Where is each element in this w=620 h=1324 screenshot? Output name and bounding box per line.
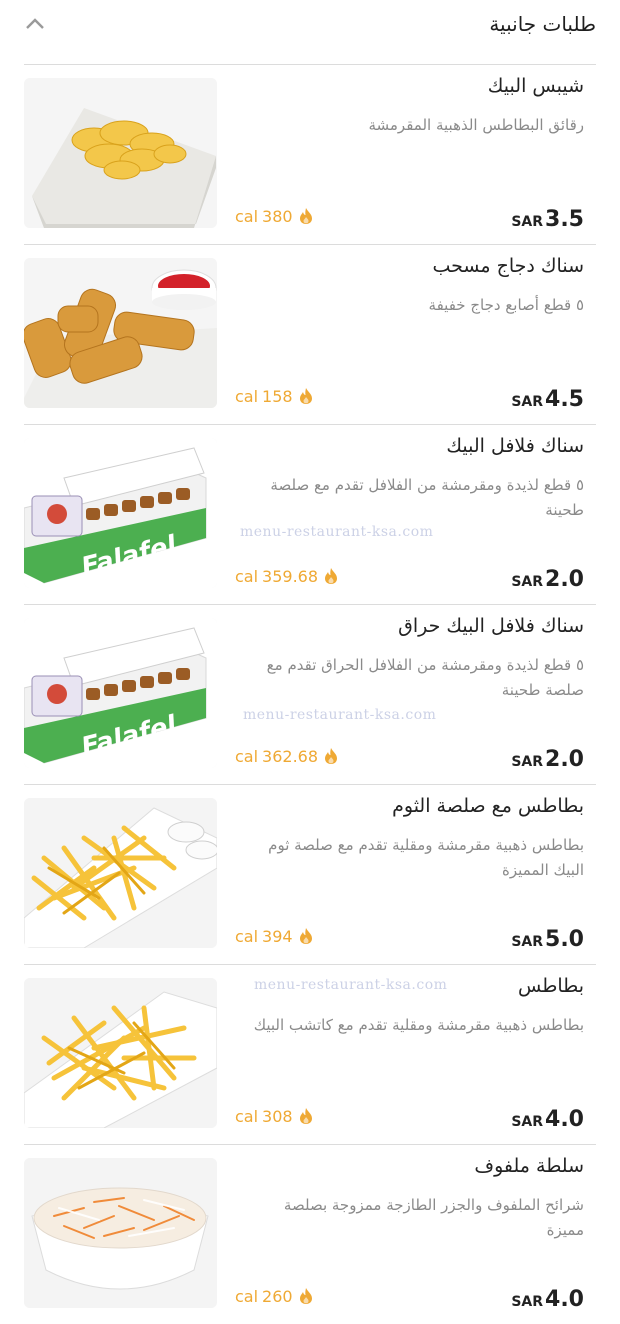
watermark: menu-restaurant-ksa.com [240, 524, 434, 540]
item-price: SAR2.0 [511, 567, 584, 592]
cal-unit: cal [235, 927, 259, 946]
item-price: SAR4.0 [511, 1287, 584, 1312]
calories-value: 158 [262, 387, 293, 406]
item-description: ٥ قطع أصابع دجاج خفيفة [428, 296, 584, 314]
item-description: ٥ قطع لذيدة ومقرمشة من الفلافل الحراق تق… [266, 656, 584, 699]
flame-icon [325, 748, 338, 764]
calories-value: 362.68 [262, 747, 319, 766]
item-price: SAR4.0 [511, 1107, 584, 1132]
item-image [24, 1158, 217, 1308]
flame-icon [325, 568, 338, 584]
item-name: بطاطس مع صلصة الثوم [392, 795, 584, 817]
currency-label: SAR [511, 214, 544, 230]
item-image: Falafel [24, 618, 217, 768]
item-name: سناك فلافل البيك حراق [398, 615, 584, 637]
item-price: SAR2.0 [511, 747, 584, 772]
flame-icon [299, 208, 312, 224]
item-name: سناك دجاج مسحب [432, 255, 585, 277]
item-image [24, 978, 217, 1128]
item-name: سلطة ملفوف [474, 1155, 584, 1177]
currency-label: SAR [511, 1114, 544, 1130]
flame-icon [299, 1108, 312, 1124]
price-value: 5.0 [545, 927, 584, 952]
watermark: menu-restaurant-ksa.com [254, 977, 448, 993]
currency-label: SAR [511, 934, 544, 950]
cal-unit: cal [235, 747, 259, 766]
calories-value: 394 [262, 927, 293, 946]
chevron-up-icon[interactable] [24, 14, 46, 36]
item-description: ٥ قطع لذيدة ومقرمشة من الفلافل تقدم مع ص… [270, 476, 584, 519]
currency-label: SAR [511, 574, 544, 590]
menu-item[interactable]: سلطة ملفوف شرائح الملفوف والجزر الطازجة … [24, 1145, 596, 1324]
item-name: شيبس البيك [487, 75, 584, 97]
item-name: سناك فلافل البيك [446, 435, 584, 457]
cal-unit: cal [235, 567, 259, 586]
item-description: رقائق البطاطس الذهبية المقرمشة [368, 116, 584, 134]
calories-value: 260 [262, 1287, 293, 1306]
item-calories: cal 158 [235, 387, 313, 406]
price-value: 2.0 [545, 567, 584, 592]
item-calories: cal 359.68 [235, 567, 338, 586]
menu-item[interactable]: بطاطس بطاطس ذهبية مقرمشة ومقلية تقدم مع … [24, 965, 596, 1145]
calories-value: 308 [262, 1107, 293, 1126]
cal-unit: cal [235, 1287, 259, 1306]
price-value: 4.5 [545, 387, 584, 412]
item-description: شرائح الملفوف والجزر الطازجة ممزوجة بصلص… [283, 1196, 584, 1239]
item-calories: cal 260 [235, 1287, 313, 1306]
item-calories: cal 308 [235, 1107, 313, 1126]
item-price: SAR4.5 [511, 387, 584, 412]
cal-unit: cal [235, 387, 259, 406]
menu-list: شيبس البيك رقائق البطاطس الذهبية المقرمش… [24, 65, 596, 1324]
item-calories: cal 380 [235, 207, 313, 226]
currency-label: SAR [511, 394, 544, 410]
menu-item[interactable]: بطاطس مع صلصة الثوم بطاطس ذهبية مقرمشة و… [24, 785, 596, 965]
item-calories: cal 394 [235, 927, 313, 946]
watermark: menu-restaurant-ksa.com [243, 707, 437, 723]
item-image: Falafel [24, 438, 217, 588]
item-description: بطاطس ذهبية مقرمشة ومقلية تقدم مع صلصة ث… [268, 836, 584, 879]
menu-item[interactable]: Falafel سناك فلافل البيك ٥ قطع لذيدة ومق… [24, 425, 596, 605]
flame-icon [299, 1288, 312, 1304]
price-value: 4.0 [545, 1107, 584, 1132]
item-image [24, 78, 217, 228]
menu-item[interactable]: شيبس البيك رقائق البطاطس الذهبية المقرمش… [24, 65, 596, 245]
section-header[interactable]: طلبات جانبية [24, 0, 596, 65]
price-value: 2.0 [545, 747, 584, 772]
price-value: 4.0 [545, 1287, 584, 1312]
menu-item[interactable]: سناك دجاج مسحب ٥ قطع أصابع دجاج خفيفة ca… [24, 245, 596, 425]
calories-value: 359.68 [262, 567, 319, 586]
item-image [24, 258, 217, 408]
menu-item[interactable]: Falafel سناك فلافل البيك حراق ٥ قطع لذيد… [24, 605, 596, 785]
item-image [24, 798, 217, 948]
currency-label: SAR [511, 754, 544, 770]
item-name: بطاطس [517, 975, 584, 997]
item-price: SAR3.5 [511, 207, 584, 232]
item-price: SAR5.0 [511, 927, 584, 952]
cal-unit: cal [235, 207, 259, 226]
currency-label: SAR [511, 1294, 544, 1310]
flame-icon [299, 928, 312, 944]
cal-unit: cal [235, 1107, 259, 1126]
calories-value: 380 [262, 207, 293, 226]
price-value: 3.5 [545, 207, 584, 232]
item-calories: cal 362.68 [235, 747, 338, 766]
flame-icon [299, 388, 312, 404]
item-description: بطاطس ذهبية مقرمشة ومقلية تقدم مع كاتشب … [253, 1016, 584, 1034]
section-title: طلبات جانبية [489, 12, 596, 36]
